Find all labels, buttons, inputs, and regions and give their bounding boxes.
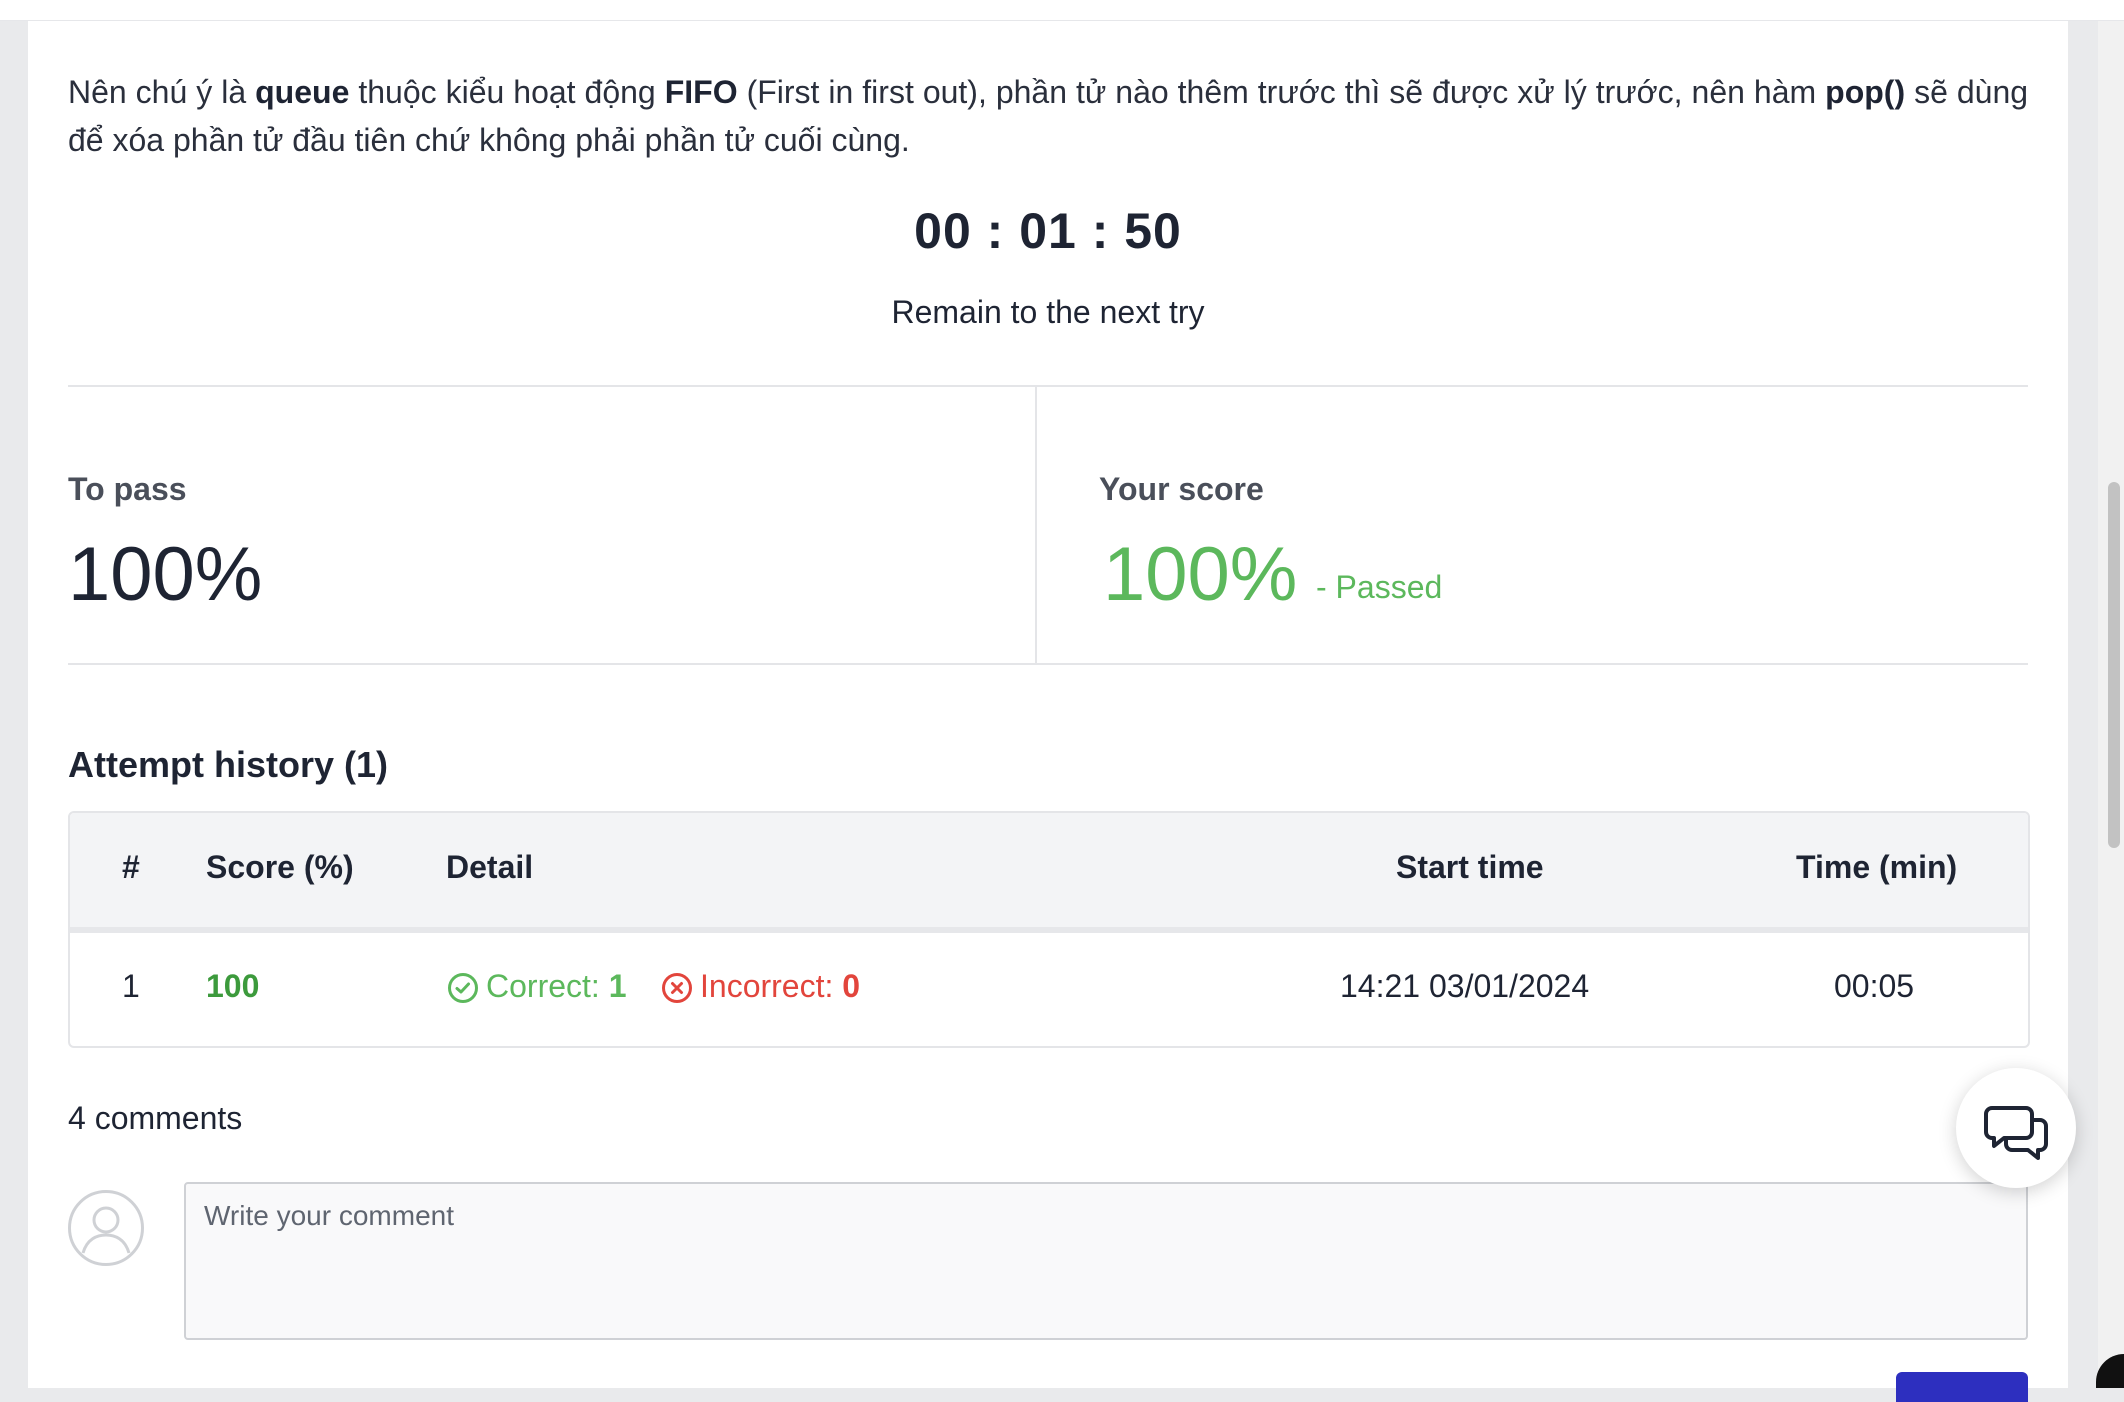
attempt-history-table: # Score (%) Detail Start time Time (min)… [68,811,2030,1048]
column-header-start-time: Start time [1396,849,1544,885]
row-correct: Correct: 1 [448,968,626,1005]
scrollbar-thumb[interactable] [2108,482,2120,848]
pass-status: - Passed [1316,569,1443,605]
comments-count: 4 comments [68,1100,243,1136]
countdown-caption: Remain to the next try [891,294,1205,330]
explanation-text: thuộc kiểu hoạt động [349,74,665,110]
correct-label: Correct: [486,968,600,1004]
chat-bubbles-icon [1984,1106,2048,1160]
to-pass-value: 100% [68,532,263,617]
incorrect-label: Incorrect: [700,968,834,1004]
to-pass-label: To pass [68,471,187,507]
submit-comment-button[interactable] [1896,1372,2028,1402]
chat-button[interactable] [1956,1068,2076,1188]
user-avatar-icon [68,1190,144,1266]
score-divider [1035,387,1037,663]
column-header-duration: Time (min) [1796,849,1958,885]
row-incorrect: Incorrect: 0 [662,968,860,1005]
answer-explanation: Nên chú ý là queue thuộc kiểu hoạt động … [68,68,2028,164]
attempt-history-title: Attempt history (1) [68,744,389,785]
column-header-score: Score (%) [206,849,354,885]
explanation-text: (First in first out), phần tử nào thêm t… [737,74,1826,110]
score-summary: To pass 100% Your score 100% - Passed [68,385,2028,665]
correct-count: 1 [608,968,627,1004]
column-header-index: # [122,849,140,885]
column-header-detail: Detail [446,849,534,885]
your-score-value: 100% [1103,532,1298,617]
comment-input[interactable] [184,1182,2028,1340]
sticky-header [0,0,2124,21]
row-start-time: 14:21 03/01/2024 [1340,968,1590,1004]
row-score: 100 [206,968,260,1004]
explanation-bold-queue: queue [255,74,350,110]
explanation-text: Nên chú ý là [68,74,256,110]
explanation-bold-pop: pop() [1825,74,1906,110]
x-circle-icon [662,973,692,1003]
incorrect-count: 0 [842,968,861,1004]
row-index: 1 [122,968,140,1004]
table-header: # Score (%) Detail Start time Time (min) [70,813,2028,933]
your-score-label: Your score [1099,471,1264,507]
check-circle-icon [448,973,478,1003]
explanation-bold-fifo: FIFO [664,74,738,110]
row-duration: 00:05 [1834,968,1915,1004]
retry-countdown: 00 : 01 : 50 [914,203,1182,259]
